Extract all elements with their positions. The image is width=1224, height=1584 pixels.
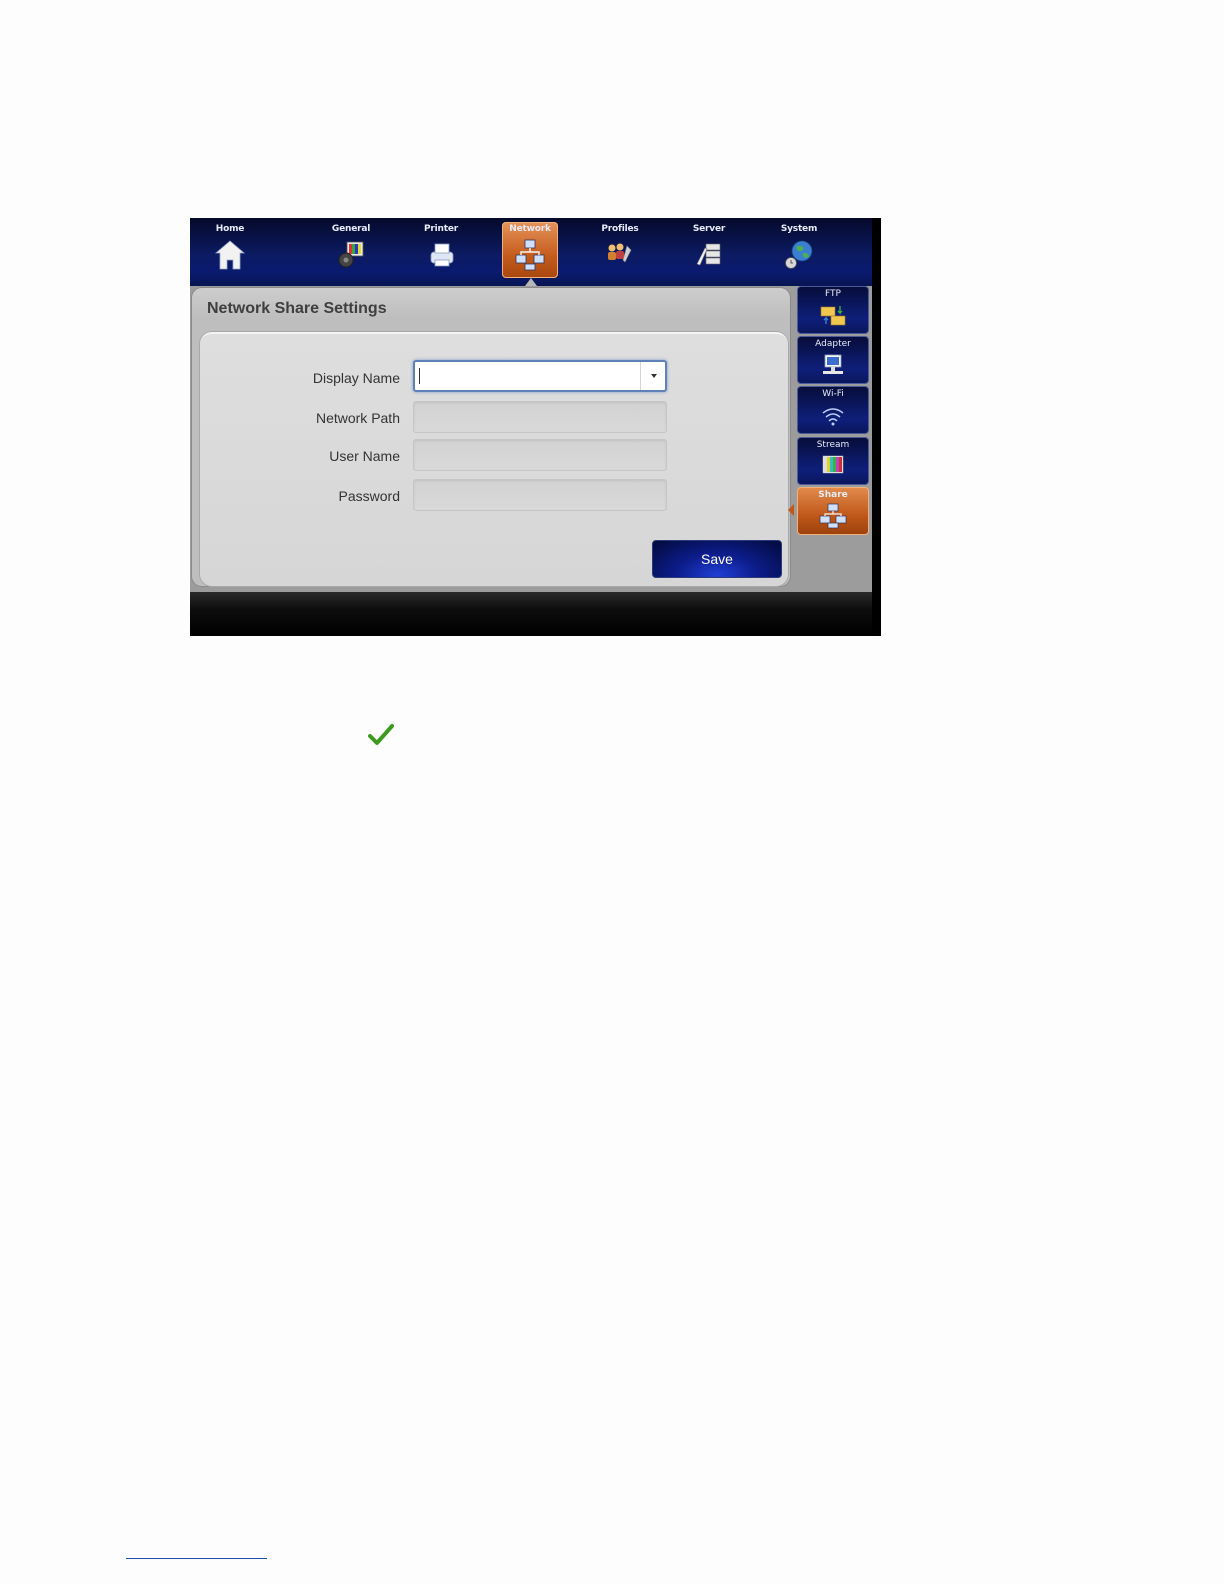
top-navigation: Home General Printer Network Profiles Se… (190, 218, 872, 286)
subtab-adapter[interactable]: Adapter (797, 336, 869, 384)
tab-general-label: General (331, 224, 371, 234)
ftp-icon (820, 306, 846, 326)
network-path-field[interactable] (413, 401, 667, 433)
text-cursor (419, 368, 420, 384)
printer-icon (430, 243, 454, 267)
combo-divider (640, 362, 641, 390)
server-icon (696, 243, 721, 266)
sub-navigation: FTP Adapter Wi-Fi Stream Share (792, 286, 872, 592)
active-tab-pointer (525, 278, 537, 286)
subtab-ftp[interactable]: FTP (797, 286, 869, 334)
subtab-wifi[interactable]: Wi-Fi (797, 386, 869, 434)
password-field[interactable] (413, 479, 667, 511)
settings-window: Home General Printer Network Profiles Se… (190, 218, 881, 636)
subtab-share-label: Share (818, 490, 848, 500)
tab-printer[interactable]: Printer (413, 222, 469, 278)
display-name-label: Display Name (312, 370, 400, 386)
display-name-combobox[interactable] (413, 360, 667, 392)
subtab-stream-label: Stream (816, 440, 850, 450)
tab-home-label: Home (215, 224, 245, 234)
tab-server-label: Server (692, 224, 726, 234)
footnote-divider (126, 1558, 267, 1559)
tab-system-label: System (780, 224, 818, 234)
main-area: Network Share Settings Display Name Netw… (190, 286, 872, 592)
adapter-icon (823, 354, 843, 374)
check-icon (368, 724, 394, 745)
settings-panel: Network Share Settings Display Name Netw… (192, 288, 790, 586)
tab-network-label: Network (509, 224, 551, 234)
form-container: Display Name Network Path User Name Pass… (200, 332, 788, 586)
tab-server[interactable]: Server (681, 222, 737, 278)
save-button[interactable]: Save (652, 540, 782, 578)
bottom-bar (190, 592, 872, 636)
tab-network[interactable]: Network (502, 222, 558, 278)
tab-profiles[interactable]: Profiles (592, 222, 648, 278)
tab-profiles-label: Profiles (601, 224, 639, 234)
general-icon (338, 241, 364, 268)
chevron-down-icon[interactable] (651, 374, 657, 378)
home-icon (214, 240, 246, 270)
profiles-icon (608, 243, 632, 263)
subtab-stream[interactable]: Stream (797, 437, 869, 485)
network-path-label: Network Path (315, 410, 400, 426)
subtab-wifi-label: Wi-Fi (822, 389, 844, 399)
network-icon (515, 239, 545, 271)
tab-home[interactable]: Home (202, 222, 258, 278)
page-title: Network Share Settings (207, 300, 387, 317)
wifi-icon (822, 408, 844, 426)
share-icon (819, 503, 847, 529)
user-name-field[interactable] (413, 439, 667, 471)
subtab-share[interactable]: Share (797, 487, 869, 535)
subtab-adapter-label: Adapter (815, 339, 851, 349)
user-name-label: User Name (329, 448, 400, 464)
tab-printer-label: Printer (424, 224, 458, 234)
password-label: Password (338, 488, 400, 504)
subtab-ftp-label: FTP (825, 289, 841, 299)
window-edge (872, 218, 881, 636)
tab-system[interactable]: System (771, 222, 827, 278)
tab-general[interactable]: General (323, 222, 379, 278)
stream-icon (822, 455, 844, 474)
system-icon (785, 240, 813, 269)
